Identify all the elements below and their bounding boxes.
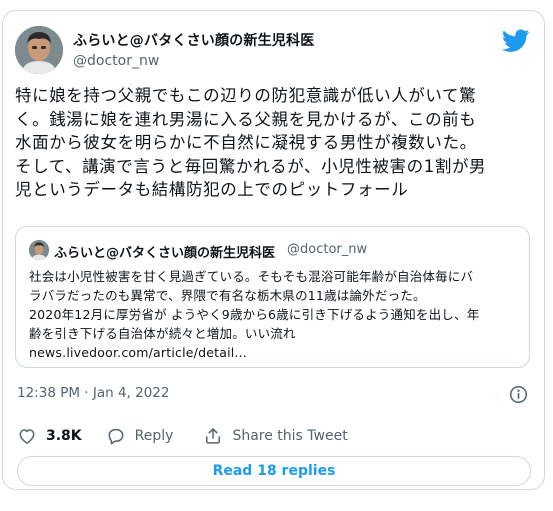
share-icon [206,428,221,444]
quoted-text-line: 齢を引き下げる自治体が続々と増加。いい流れ [29,326,296,341]
tweet-text-line: 特に娘を持つ父親でもこの辺りの防犯意識が低い人がいて驚 [15,86,477,105]
tweet-card: ふらいと@バタくさい顔の新生児科医 @doctor_nw 特に娘を持つ父親でもこ… [2,10,545,490]
share-button[interactable]: Share this Tweet [203,426,348,446]
like-count: 3.8K [46,428,82,444]
quoted-link[interactable]: news.livedoor.com/article/detail... [29,343,479,362]
tweet-text-line: そして、講演で言うと毎回驚かれるが、小児性被害の1割が男 [15,156,487,176]
tweet-text-line: 児というデータも結構防犯の上でのピットフォール [15,180,409,199]
share-label: Share this Tweet [232,428,348,444]
read-replies-button[interactable]: Read 18 replies [17,456,531,486]
reply-button[interactable]: Reply [106,426,174,446]
quoted-text-line: 2020年12月に厚労省が ようやく9歳から6歳に引き下げるよう通知を出し、年 [29,307,480,322]
tweet-timestamp[interactable]: 12:38 PM · Jan 4, 2022 [17,385,170,401]
tweet-text-line: く。銭湯に娘を連れ男湯に入る父親を見かけるが、この前も [15,109,477,129]
author-display-name[interactable]: ふらいと@バタくさい顔の新生児科医 [73,30,314,50]
reply-icon [108,428,124,445]
like-button[interactable]: 3.8K [17,426,82,446]
heart-icon [19,429,35,444]
quoted-tweet[interactable]: ふらいと@バタくさい顔の新生児科医 @doctor_nw 社会は小児性被害を甘く… [15,226,530,368]
quoted-text: 社会は小児性被害を甘く見過ぎている。そもそも混浴可能年齢が自治体毎にバ ラバラだ… [29,267,479,362]
tweet-actions: 3.8K Reply Share this Tweet [17,424,348,448]
quoted-text-line: 社会は小児性被害を甘く見過ぎている。そもそも混浴可能年齢が自治体毎にバ [29,269,474,284]
tweet-text: 特に娘を持つ父親でもこの辺りの防犯意識が低い人がいて驚 く。銭湯に娘を連れ男湯に… [15,84,539,202]
info-icon[interactable] [509,385,528,404]
reply-label: Reply [134,428,174,444]
quoted-handle: @doctor_nw [287,242,368,257]
twitter-bird-icon[interactable] [501,29,530,53]
author-handle[interactable]: @doctor_nw [73,53,159,69]
avatar[interactable] [15,26,63,74]
quoted-display-name: ふらいと@バタくさい顔の新生児科医 [54,246,276,261]
quoted-text-line: ラバラだったのも異常で、界隈で有名な栃木県の11歳は論外だった。 [29,288,426,303]
tweet-text-line: 水面から彼女を明らかに不自然に凝視する男性が複数いた。 [15,133,477,152]
quoted-avatar [29,240,49,260]
